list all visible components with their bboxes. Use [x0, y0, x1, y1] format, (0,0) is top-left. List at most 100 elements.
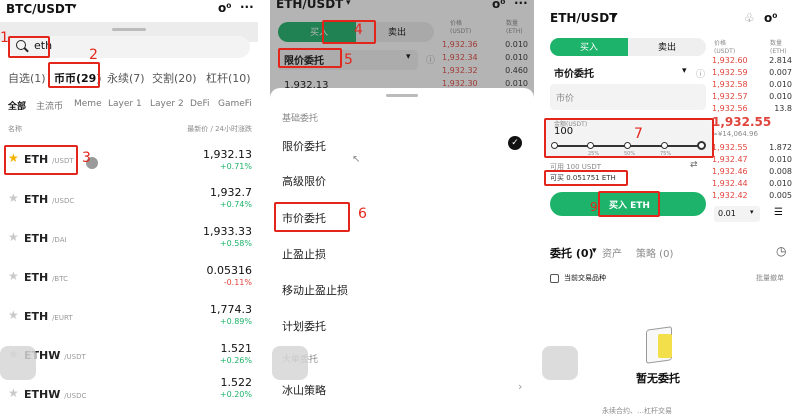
chevron-right-icon: › [518, 380, 523, 393]
market-row[interactable]: ★ ETH /BTC 0.05316 -0.11% [0, 259, 258, 299]
ob-price-header-label: 价格 [714, 40, 727, 47]
annotation-label-1: 1 [0, 30, 9, 46]
row-symbol: ETH [24, 310, 49, 323]
star-icon[interactable]: ★ [8, 308, 19, 322]
last-price-fiat: ≈¥14,064.96 [712, 130, 758, 138]
annotation-label-7: 7 [634, 126, 643, 142]
ob-qty-header: 数量 (ETH) [770, 40, 787, 56]
order-type-value[interactable]: 市价委托 [554, 65, 594, 80]
floating-assist-button[interactable] [272, 346, 308, 380]
current-only-checkbox[interactable] [550, 274, 559, 283]
row-change: +0.20% [219, 390, 252, 399]
tab-strategies[interactable]: 策略 (0) [636, 245, 673, 260]
subtab-all[interactable]: 全部 [8, 99, 26, 112]
buy-tab-label: 买入 [580, 43, 599, 53]
ask-price[interactable]: 1,932.57 [712, 92, 748, 101]
subtab-meme[interactable]: Meme [74, 99, 102, 109]
ask-price[interactable]: 1,932.56 [712, 104, 748, 113]
batch-cancel-button[interactable]: 批量撤单 [756, 273, 784, 283]
row-price: 1,933.33 [203, 225, 252, 238]
current-only-label: 当前交易品种 [564, 274, 606, 282]
market-row[interactable]: ★ ETH /DAI 1,933.33 +0.58% [0, 220, 258, 260]
tab-orders[interactable]: 委托 (0) [550, 245, 594, 261]
row-quote: /USDT [64, 353, 86, 361]
subtab-layer2[interactable]: Layer 2 [150, 99, 184, 109]
pair-title[interactable]: BTC/USDT [6, 2, 73, 16]
tab-perpetual[interactable]: 永续(7) [107, 70, 145, 86]
ask-qty: 0.007 [769, 68, 792, 77]
ask-qty: 0.010 [769, 92, 792, 101]
ask-qty: 0.010 [769, 80, 792, 89]
annotation-label-3: 3 [82, 150, 91, 166]
annotation-box-9 [598, 191, 660, 217]
chart-toggle-icon[interactable]: o⁰ [764, 11, 778, 25]
row-quote: /USDC [64, 392, 87, 400]
drag-handle[interactable] [386, 94, 418, 97]
row-price: 1,774.3 [210, 303, 252, 316]
option-trailing-stop[interactable]: 移动止盈止损 [282, 282, 348, 298]
subtab-gamefi[interactable]: GameFi [218, 99, 252, 109]
last-price: 1,932.55 [712, 115, 772, 129]
panel-market-search: BTC/USDT ▾ o⁰ ··· eth 自选(1) 币币(29) 永续(7)… [0, 0, 258, 418]
star-icon[interactable]: ★ [8, 191, 19, 205]
star-icon[interactable]: ★ [8, 269, 19, 283]
bid-price[interactable]: 1,932.44 [712, 179, 748, 188]
bid-price[interactable]: 1,932.47 [712, 155, 748, 164]
ask-qty: 13.8 [774, 104, 792, 113]
star-icon[interactable]: ★ [8, 230, 19, 244]
chevron-down-icon[interactable]: ▾ [72, 2, 77, 12]
subtab-layer1[interactable]: Layer 1 [108, 99, 142, 109]
drag-handle[interactable] [112, 28, 146, 31]
bid-price[interactable]: 1,932.46 [712, 167, 748, 176]
panel-market-order-form: ETH/USDT ▾ ♧ o⁰ 买入 卖出 市价委托 ▾ ⓘ 市价 金额(USD… [540, 0, 798, 418]
bid-qty: 0.010 [769, 179, 792, 188]
info-icon[interactable]: ⓘ [696, 67, 705, 80]
chevron-down-icon[interactable]: ▾ [612, 12, 617, 22]
option-advanced-limit[interactable]: 高级限价 [282, 173, 326, 189]
alert-icon[interactable]: ♧ [744, 11, 755, 25]
order-type-sheet: 基础委托 限价委托 ✓ 高级限价 ↖ 市价委托 止盈止损 移动止盈止损 计划委托… [270, 88, 534, 418]
ask-price[interactable]: 1,932.59 [712, 68, 748, 77]
bid-qty: 0.010 [769, 155, 792, 164]
row-price: 1,932.13 [203, 148, 252, 161]
pair-title[interactable]: ETH/USDT [550, 11, 617, 25]
market-row[interactable]: ★ ETHW /USDT 1.521 +0.26% [0, 337, 258, 377]
subtab-major[interactable]: 主流币 [36, 99, 63, 112]
chart-toggle-icon[interactable]: o⁰ [218, 1, 232, 15]
row-change: +0.71% [219, 162, 252, 171]
chevron-down-icon[interactable]: ▾ [592, 246, 597, 256]
ask-price[interactable]: 1,932.58 [712, 80, 748, 89]
option-trigger-order[interactable]: 计划委托 [282, 318, 326, 334]
floating-assist-button[interactable] [542, 346, 578, 380]
bid-price[interactable]: 1,932.42 [712, 191, 748, 200]
tab-assets[interactable]: 资产 [602, 245, 622, 260]
bid-qty: 0.008 [769, 167, 792, 176]
market-row[interactable]: ★ ETHW /USDC 1.522 +0.20% [0, 376, 258, 416]
orderbook-layout-icon[interactable]: ☰ [774, 207, 783, 218]
option-iceberg[interactable]: 冰山策略 [282, 382, 326, 398]
floating-assist-button[interactable] [0, 346, 36, 380]
ask-price[interactable]: 1,932.60 [712, 56, 748, 65]
tab-futures[interactable]: 交割(20) [152, 70, 197, 86]
market-row[interactable]: ★ ETH /USDC 1,932.7 +0.74% [0, 181, 258, 221]
cursor-icon: ↖ [352, 154, 361, 165]
option-stop-order[interactable]: 止盈止损 [282, 246, 326, 262]
row-symbol: ETH [24, 232, 49, 245]
market-row[interactable]: ★ ETH /EURT 1,774.3 +0.89% [0, 298, 258, 338]
star-icon[interactable]: ★ [8, 386, 19, 400]
tab-margin[interactable]: 杠杆(10) [206, 70, 251, 86]
more-icon[interactable]: ··· [240, 0, 254, 14]
row-symbol: ETH [24, 193, 49, 206]
subtab-defi[interactable]: DeFi [190, 99, 210, 109]
chevron-down-icon[interactable]: ▾ [682, 66, 687, 76]
annotation-label-9: 9 [590, 200, 598, 214]
option-limit-order[interactable]: 限价委托 [282, 138, 326, 154]
transfer-icon[interactable]: ⇄ [690, 160, 698, 170]
row-price: 1.521 [220, 342, 253, 355]
bid-price[interactable]: 1,932.55 [712, 143, 748, 152]
annotation-label-4: 4 [354, 22, 363, 38]
tab-favorites[interactable]: 自选(1) [8, 70, 46, 86]
column-price-header[interactable]: 最新价 / 24小时涨跌 [187, 124, 252, 134]
column-name-header: 名称 [8, 125, 22, 133]
history-icon[interactable]: ◷ [776, 244, 786, 258]
